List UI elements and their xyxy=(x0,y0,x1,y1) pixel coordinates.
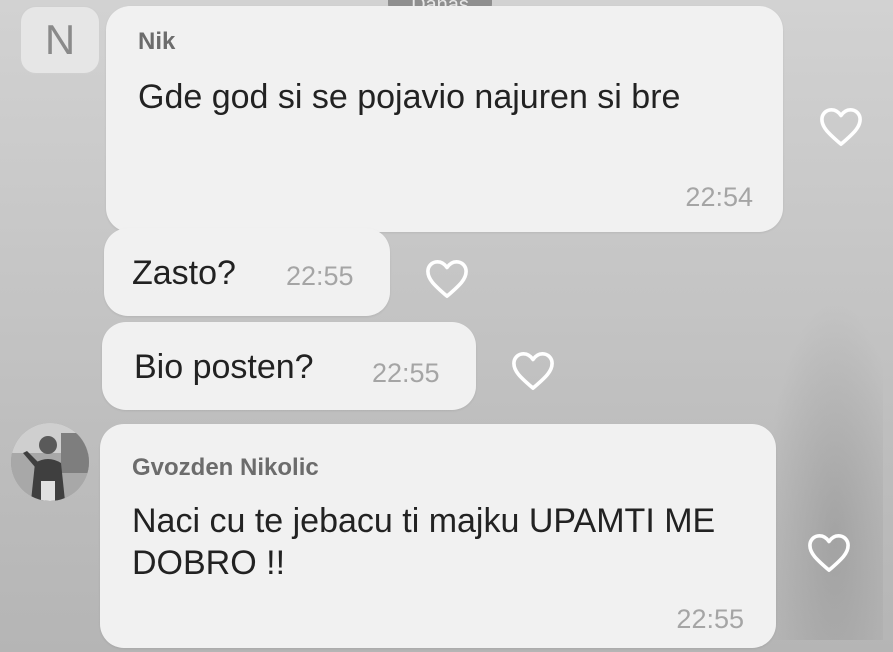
message-time: 22:54 xyxy=(685,182,753,212)
heart-outline-icon[interactable] xyxy=(818,106,864,148)
avatar-letter: N xyxy=(44,16,76,63)
message-time: 22:55 xyxy=(372,358,440,388)
heart-outline-icon[interactable] xyxy=(510,350,556,392)
heart-outline-icon[interactable] xyxy=(424,258,470,300)
heart-outline-icon[interactable] xyxy=(806,532,852,574)
person-photo-icon xyxy=(11,423,89,501)
message-time: 22:55 xyxy=(676,604,744,634)
sender-avatar-nik[interactable]: N xyxy=(20,6,100,74)
message-text: Gde god si se pojavio najuren si bre xyxy=(138,78,681,116)
message-time: 22:55 xyxy=(286,261,354,291)
message-text: Zasto? xyxy=(132,254,236,292)
message-text: Naci cu te jebacu ti majku UPAMTI ME DOB… xyxy=(132,502,716,582)
background-tree xyxy=(763,300,883,640)
message-bubble[interactable]: Nik Gde god si se pojavio najuren si bre… xyxy=(106,6,783,232)
message-text: Bio posten? xyxy=(134,348,314,386)
message-sender[interactable]: Nik xyxy=(138,28,175,56)
message-sender[interactable]: Gvozden Nikolic xyxy=(132,454,319,482)
message-bubble[interactable]: Gvozden Nikolic Naci cu te jebacu ti maj… xyxy=(100,424,776,648)
message-bubble[interactable]: Zasto? 22:55 xyxy=(104,228,390,316)
sender-avatar-gvozden[interactable] xyxy=(11,423,89,501)
message-bubble[interactable]: Bio posten? 22:55 xyxy=(102,322,476,410)
